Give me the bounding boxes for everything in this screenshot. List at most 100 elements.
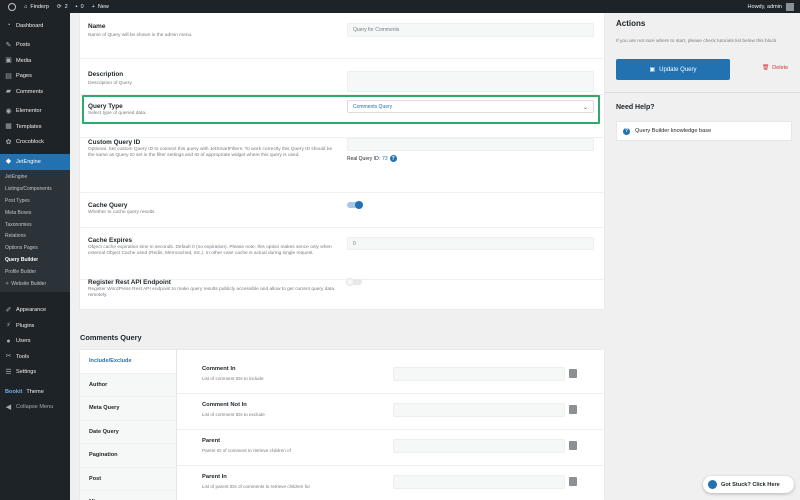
- tab-post[interactable]: Post: [80, 467, 176, 491]
- custom-query-id-label: Custom Query ID: [88, 139, 141, 146]
- sidebar-item-elementor[interactable]: ◉ Elementor: [0, 104, 70, 120]
- jetengine-icon: ◆: [5, 158, 12, 166]
- delete-button[interactable]: 🗑 Delete: [762, 65, 788, 71]
- database-icon[interactable]: [569, 369, 577, 378]
- custom-query-id-input[interactable]: [347, 138, 594, 151]
- plus-icon: +: [91, 3, 95, 10]
- parent-label: Parent: [202, 438, 221, 444]
- description-input[interactable]: [347, 71, 594, 92]
- parent-in-description: List of parent IDs of comments to retrie…: [202, 484, 310, 489]
- name-input[interactable]: Query for Comments: [347, 23, 594, 37]
- tab-misc[interactable]: Misc: [80, 491, 176, 500]
- tab-author[interactable]: Author: [80, 373, 176, 397]
- collapse-menu-button[interactable]: ◀ Collapse Menu: [0, 399, 70, 415]
- query-settings-panel: Name Name of Query will be shown in the …: [80, 13, 604, 309]
- rest-api-row: Register Rest API Endpoint Register Word…: [80, 277, 604, 309]
- cache-query-description: Whether to cache query results.: [88, 210, 156, 215]
- tab-pagination[interactable]: Pagination: [80, 444, 176, 468]
- comment-icon: ▪: [75, 3, 78, 10]
- media-icon: ▣: [5, 57, 12, 65]
- crocoblock-icon: ✿: [5, 138, 12, 146]
- database-icon[interactable]: [569, 405, 577, 414]
- parent-input[interactable]: [393, 439, 565, 453]
- sidebar-item-media[interactable]: ▣ Media: [0, 53, 70, 69]
- sidebar-item-jetengine[interactable]: ◆ JetEngine: [0, 154, 70, 170]
- comment-in-row: Comment In List of comment IDs to includ…: [177, 358, 604, 394]
- comments-link[interactable]: ▪ 0: [76, 4, 84, 10]
- parent-description: Parent ID of comment to retrieve childre…: [202, 448, 291, 453]
- sidebar-item-comments[interactable]: ▰ Comments: [0, 84, 70, 100]
- sidebar-item-templates[interactable]: ▦ Templates: [0, 119, 70, 135]
- database-icon[interactable]: [569, 441, 577, 450]
- comments-query-panel: Include/Exclude Author Meta Query Date Q…: [80, 350, 604, 500]
- sidebar-item-settings[interactable]: ☰ Settings: [0, 364, 70, 380]
- cache-expires-row: Cache Expires Object cache expiration ti…: [80, 228, 604, 280]
- site-name-link[interactable]: ⌂ Finderp: [24, 4, 49, 10]
- settings-icon: ☰: [5, 368, 12, 376]
- knowledge-base-link[interactable]: ? Query Builder knowledge base: [616, 121, 792, 141]
- sidebar-item-crocoblock[interactable]: ✿ Crocoblock: [0, 135, 70, 151]
- avatar: [786, 2, 794, 11]
- submenu-item-post-types[interactable]: Post Types: [0, 195, 70, 207]
- sidebar-item-tools[interactable]: ✂ Tools: [0, 349, 70, 365]
- submenu-item-listings[interactable]: Listings/Components: [0, 183, 70, 195]
- admin-bar: ⌂ Finderp ⟳ 2 ▪ 0 + New Howdy, admin: [0, 0, 800, 13]
- website-builder-icon: ✧: [5, 280, 10, 287]
- comments-query-title: Comments Query: [80, 333, 142, 342]
- cache-query-toggle[interactable]: [347, 200, 363, 209]
- cache-expires-input[interactable]: 0: [347, 237, 594, 250]
- tab-date-query[interactable]: Date Query: [80, 420, 176, 444]
- tab-meta-query[interactable]: Meta Query: [80, 397, 176, 421]
- submenu-item-website-builder[interactable]: ✧ Website Builder: [0, 278, 70, 290]
- rest-api-toggle[interactable]: [346, 277, 362, 286]
- submenu-item-taxonomies[interactable]: Taxonomies: [0, 219, 70, 231]
- submenu-item-query-builder[interactable]: Query Builder: [0, 254, 70, 266]
- comment-not-in-description: List of comment IDs to exclude: [202, 412, 265, 417]
- toggle-knob: [346, 277, 354, 286]
- plugin-icon: ⚡: [6, 322, 11, 330]
- sidebar-item-users[interactable]: ● Users: [0, 333, 70, 349]
- user-icon: ●: [6, 337, 11, 345]
- sidebar-item-appearance[interactable]: ✐ Appearance: [0, 302, 70, 318]
- comment-in-input[interactable]: [393, 367, 565, 381]
- parent-in-row: Parent In List of parent IDs of comments…: [177, 466, 604, 500]
- cache-query-row: Cache Query Whether to cache query resul…: [80, 193, 604, 228]
- tab-include-exclude[interactable]: Include/Exclude: [80, 350, 176, 374]
- brush-icon: ✐: [5, 306, 12, 314]
- got-stuck-button[interactable]: Got Stuck? Click Here: [703, 476, 794, 493]
- cache-expires-label: Cache Expires: [88, 237, 133, 244]
- comment-not-in-label: Comment Not In: [202, 402, 247, 408]
- new-link[interactable]: + New: [92, 4, 109, 10]
- account-menu[interactable]: Howdy, admin: [748, 2, 794, 11]
- comments-query-tabs: Include/Exclude Author Meta Query Date Q…: [80, 350, 177, 500]
- submenu-item-options-pages[interactable]: Options Pages: [0, 242, 70, 254]
- sidebar-item-plugins[interactable]: ⚡ Plugins: [0, 318, 70, 334]
- jetengine-submenu: JetEngine Listings/Components Post Types…: [0, 169, 70, 293]
- sidebar-item-theme[interactable]: Bookit Theme: [0, 384, 70, 400]
- help-icon[interactable]: ?: [389, 155, 397, 162]
- parent-row: Parent Parent ID of comment to retrieve …: [177, 430, 604, 466]
- submenu-item-profile-builder[interactable]: Profile Builder: [0, 266, 70, 278]
- parent-in-label: Parent In: [202, 474, 227, 480]
- comment-in-label: Comment In: [202, 366, 236, 372]
- submenu-item-relations[interactable]: Relations: [0, 230, 70, 242]
- database-icon[interactable]: [569, 477, 577, 486]
- submenu-item-meta-boxes[interactable]: Meta Boxes: [0, 207, 70, 219]
- actions-title: Actions: [616, 19, 646, 28]
- cache-query-label: Cache Query: [88, 202, 128, 209]
- update-query-button[interactable]: ▣ Update Query: [616, 59, 730, 80]
- sidebar-item-pages[interactable]: ▤ Pages: [0, 69, 70, 85]
- updates-icon: ⟳: [56, 3, 62, 10]
- description-row: Description Description of Query.: [80, 59, 604, 95]
- custom-query-id-row: Custom Query ID Optional. Set custom Que…: [80, 138, 604, 193]
- updates-link[interactable]: ⟳ 2: [57, 4, 68, 10]
- comment-not-in-input[interactable]: [393, 403, 565, 417]
- wp-logo-icon[interactable]: [8, 2, 16, 11]
- actions-note: If you are not sure where to start, plea…: [616, 39, 777, 44]
- sidebar-item-dashboard[interactable]: ◔ Dashboard: [0, 18, 70, 34]
- submenu-item-jetengine[interactable]: JetEngine: [0, 172, 70, 184]
- folder-icon: ▦: [5, 123, 12, 131]
- sidebar-item-posts[interactable]: ✎ Posts: [0, 38, 70, 54]
- query-type-highlight: [82, 95, 600, 124]
- parent-in-input[interactable]: [393, 475, 565, 489]
